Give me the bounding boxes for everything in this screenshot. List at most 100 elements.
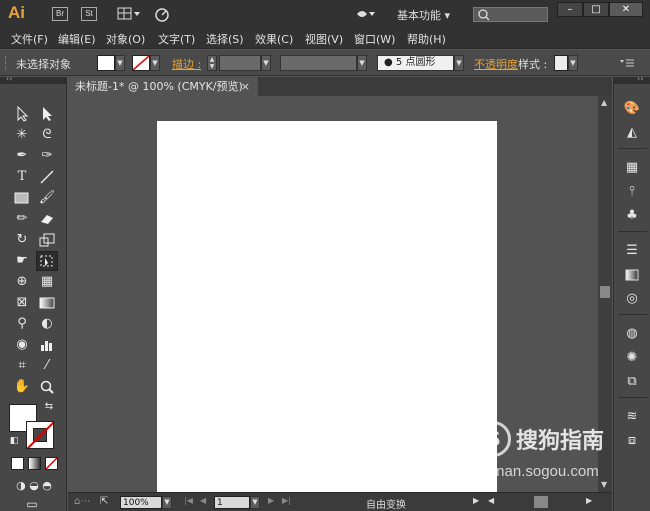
eyedropper-tool-icon[interactable]: ⚲ [11, 314, 33, 334]
first-artboard-icon[interactable]: |◀ [184, 496, 193, 505]
sync-settings-icon[interactable] [354, 6, 376, 22]
scale-tool-icon[interactable] [36, 230, 58, 250]
horizontal-scroll-thumb[interactable] [534, 496, 548, 508]
color-guide-icon[interactable]: ◭ [622, 124, 642, 142]
default-fill-stroke-icon[interactable]: ◧ [7, 434, 21, 448]
stroke-color-box[interactable] [26, 421, 54, 449]
zoom-tool-icon[interactable] [36, 377, 58, 397]
stroke-weight-stepper[interactable]: ▲ ▼ [207, 55, 217, 71]
scroll-up-icon[interactable]: ▲ [601, 98, 607, 107]
stroke-weight-field[interactable] [219, 55, 261, 71]
search-input[interactable] [473, 7, 548, 22]
previous-artboard-icon[interactable]: ◀ [200, 496, 206, 505]
curvature-tool-icon[interactable]: ✑ [36, 146, 58, 166]
control-bar-grip[interactable] [5, 56, 8, 70]
menu-effect[interactable]: 效果(C) [255, 31, 293, 47]
variable-width-profile[interactable] [280, 55, 357, 71]
color-panel-icon[interactable]: 🎨 [622, 100, 642, 118]
share-icon[interactable]: ⇱ [100, 496, 108, 507]
direct-selection-tool-icon[interactable] [36, 104, 58, 124]
gpu-status-icon[interactable]: ⌂⋯ [74, 496, 90, 507]
transparency-panel-icon[interactable]: ◎ [622, 290, 642, 308]
scroll-down-icon[interactable]: ▼ [601, 480, 607, 489]
zoom-dropdown[interactable]: ▼ [162, 496, 172, 509]
next-artboard-icon[interactable]: ▶ [268, 496, 274, 505]
bridge-button[interactable]: Br [52, 7, 68, 21]
stroke-panel-link[interactable]: 描边 : [172, 56, 201, 72]
blend-tool-icon[interactable]: ◐ [36, 314, 58, 334]
artboard-number-field[interactable]: 1 [214, 496, 250, 509]
stock-button[interactable]: St [81, 7, 97, 21]
swatches-panel-icon[interactable]: ▦ [622, 159, 642, 177]
graphic-style-swatch[interactable] [554, 55, 568, 71]
menu-edit[interactable]: 编辑(E) [58, 31, 96, 47]
style-dropdown[interactable]: ▼ [568, 55, 578, 71]
appearance-panel-icon[interactable]: ◍ [622, 325, 642, 343]
arrange-documents-icon[interactable] [117, 7, 141, 21]
control-panel-menu-icon[interactable] [620, 58, 634, 68]
menu-view[interactable]: 视图(V) [305, 31, 343, 47]
mesh-tool-icon[interactable]: ⊠ [11, 293, 33, 313]
rotate-tool-icon[interactable]: ↻ [11, 230, 33, 250]
line-segment-tool-icon[interactable] [36, 167, 58, 187]
maximize-button[interactable]: □ [583, 2, 609, 17]
scroll-left-icon[interactable]: ◀ [488, 496, 494, 505]
drawing-modes-icons[interactable]: ◑ ◒ ◓ [8, 476, 60, 496]
eraser-tool-icon[interactable] [36, 209, 58, 229]
type-tool-icon[interactable]: T [11, 167, 33, 187]
scroll-right-icon[interactable]: ▶ [586, 496, 592, 505]
artboard-dropdown[interactable]: ▼ [250, 496, 260, 509]
screen-mode-icon[interactable]: ▭ [20, 494, 44, 511]
last-artboard-icon[interactable]: ▶| [282, 496, 291, 505]
stroke-weight-dropdown[interactable]: ▼ [261, 55, 271, 71]
shape-builder-tool-icon[interactable]: ⊕ [11, 272, 33, 292]
column-graph-tool-icon[interactable] [36, 335, 58, 355]
artboard-tool-icon[interactable]: ⌗ [11, 356, 33, 376]
status-menu-icon[interactable]: ▶ [473, 496, 479, 505]
close-document-icon[interactable]: × [241, 77, 250, 96]
hand-tool-icon[interactable]: ✋ [11, 377, 33, 397]
minimize-button[interactable]: – [557, 2, 583, 17]
artboards-panel-icon[interactable]: ⧈ [622, 432, 642, 450]
close-button[interactable]: ✕ [609, 2, 643, 17]
graphic-styles-panel-icon[interactable]: ✺ [622, 349, 642, 367]
pencil-tool-icon[interactable]: ✏ [11, 209, 33, 229]
vertical-scroll-thumb[interactable] [600, 286, 610, 298]
paintbrush-tool-icon[interactable]: 🖌 [36, 188, 58, 208]
swap-fill-stroke-icon[interactable]: ⇆ [42, 400, 56, 414]
artboard[interactable] [157, 121, 497, 492]
opacity-panel-link[interactable]: 不透明度 [474, 56, 518, 72]
gpu-performance-icon[interactable] [152, 6, 172, 22]
gradient-panel-icon[interactable] [622, 266, 642, 284]
warp-tool-icon[interactable]: ☛ [11, 251, 33, 271]
stroke-panel-icon[interactable]: ☰ [622, 242, 642, 260]
dock-header[interactable]: ›› [613, 74, 650, 84]
fill-dropdown[interactable]: ▼ [115, 55, 125, 71]
gradient-mode-icon[interactable] [28, 457, 41, 470]
free-transform-tool-icon[interactable] [36, 251, 58, 271]
brushes-panel-icon[interactable]: ⫯ [622, 183, 642, 201]
layers-panel-icon[interactable]: ≋ [622, 408, 642, 426]
document-tab[interactable]: 未标题-1* @ 100% (CMYK/预览) × [68, 77, 258, 96]
rectangle-tool-icon[interactable] [11, 188, 33, 208]
menu-type[interactable]: 文字(T) [158, 31, 195, 47]
menu-object[interactable]: 对象(O) [106, 31, 145, 47]
symbols-panel-icon[interactable]: ♣ [622, 207, 642, 225]
menu-help[interactable]: 帮助(H) [407, 31, 446, 47]
zoom-field[interactable]: 100% [120, 496, 162, 509]
selection-tool-icon[interactable] [11, 104, 33, 124]
stroke-dropdown[interactable]: ▼ [150, 55, 160, 71]
perspective-grid-tool-icon[interactable]: ▦ [36, 272, 58, 292]
pen-tool-icon[interactable]: ✒ [11, 146, 33, 166]
menu-window[interactable]: 窗口(W) [354, 31, 395, 47]
magic-wand-tool-icon[interactable]: ✳ [11, 125, 33, 145]
brush-dropdown[interactable]: ▼ [454, 55, 464, 71]
menu-select[interactable]: 选择(S) [206, 31, 244, 47]
symbol-sprayer-tool-icon[interactable]: ◉ [11, 335, 33, 355]
fill-color-swatch[interactable] [97, 55, 115, 71]
gradient-tool-icon[interactable] [36, 293, 58, 313]
profile-dropdown[interactable]: ▼ [357, 55, 367, 71]
menu-file[interactable]: 文件(F) [11, 31, 48, 47]
toolbox-header[interactable]: ‹‹ [0, 74, 67, 84]
lasso-tool-icon[interactable]: ᘓ [36, 125, 58, 145]
